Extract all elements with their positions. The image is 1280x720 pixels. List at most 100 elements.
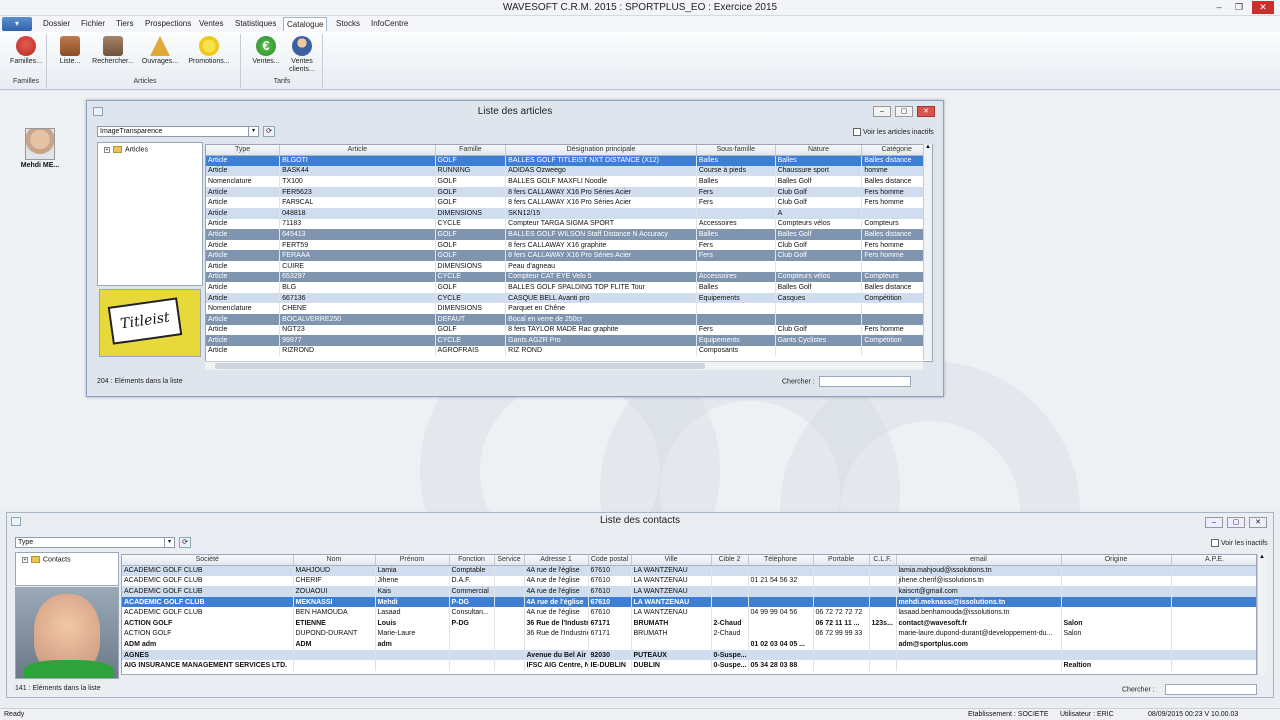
table-row[interactable]: Article 99977 CYCLE Gants AGZR Pro Equipemen… — [206, 335, 932, 346]
liste-button[interactable]: Liste... — [50, 34, 90, 78]
menu-infocentre[interactable]: InfoCentre — [368, 17, 411, 31]
column-header[interactable]: Désignation principale — [505, 145, 697, 156]
table-cell: Fers homme — [861, 250, 932, 261]
column-header[interactable]: Ville — [631, 555, 712, 566]
table-row[interactable]: ACADEMIC GOLF CLUB ZOUAOUI Kais Commercial 4… — [122, 586, 1256, 597]
table-row[interactable]: Nomenclature TX100 GOLF BALLES GOLF MAXFLI … — [206, 176, 932, 187]
ouvrages-button[interactable]: Ouvrages... — [140, 34, 180, 78]
contacts-search-input[interactable] — [1164, 684, 1257, 695]
contacts-maximize-button[interactable]: ▢ — [1227, 517, 1245, 528]
column-header[interactable]: Nature — [775, 145, 863, 156]
articles-search-input[interactable] — [818, 376, 911, 387]
articles-close-button[interactable]: ✕ — [917, 106, 935, 117]
table-row[interactable]: Article CUIRE DIMENSIONS Peau d'agneau — [206, 260, 932, 272]
table-row[interactable]: ACADEMIC GOLF CLUB CHERIF Jihene D.A.F. 4A r… — [122, 575, 1256, 587]
familles-button[interactable]: Familles... — [6, 34, 46, 78]
menu-fichier[interactable]: Fichier — [78, 17, 108, 31]
contacts-vertical-scrollbar[interactable]: ▲ — [1257, 554, 1266, 675]
table-row[interactable]: ACTION GOLF DUPOND-DURANT Marie-Laure 36 Ru… — [122, 628, 1256, 640]
contacts-filter-select[interactable]: Type ▾ — [15, 537, 175, 548]
table-row[interactable]: Article 71183 CYCLE Compteur TARGA SIGMA SP… — [206, 218, 932, 230]
column-header[interactable]: Code postal — [588, 555, 632, 566]
table-row[interactable]: Article 667136 CYCLE CASQUE BELL Avanti pro… — [206, 292, 932, 304]
menu-statistiques[interactable]: Statistiques — [232, 17, 279, 31]
menu-catalogue[interactable]: Catalogue — [283, 17, 328, 31]
articles-minimize-button[interactable]: – — [873, 106, 891, 117]
articles-grid[interactable]: Type Article Famille Désignation principale… — [205, 144, 933, 362]
column-header[interactable]: Adresse 1 — [524, 555, 589, 566]
table-row[interactable]: Article FERT59 GOLF 8 fers CALLAWAY X16 gra… — [206, 239, 932, 251]
table-cell: 645413 — [279, 229, 436, 240]
articles-vertical-scrollbar[interactable]: ▲ — [923, 144, 932, 360]
table-row[interactable]: ACADEMIC GOLF CLUB MEKNASSI Mehdi P-DG 4A ru… — [122, 596, 1256, 608]
table-row[interactable]: Article NGT23 GOLF 8 fers TAYLOR MADE Rac g… — [206, 324, 932, 336]
current-user[interactable]: Mehdi ME... — [18, 128, 62, 169]
table-row[interactable]: ACADEMIC GOLF CLUB BEN HAMOUDA Lasaad Consu… — [122, 607, 1256, 618]
contacts-inactive-checkbox[interactable]: Voir les inactifs — [1211, 539, 1268, 547]
articles-horizontal-scrollbar[interactable] — [205, 361, 923, 370]
column-header[interactable]: Catégorie — [861, 145, 932, 156]
articles-inactive-checkbox[interactable]: Voir les articles inactifs — [853, 128, 934, 136]
table-row[interactable]: Article 645413 GOLF BALLES GOLF WILSON Staf… — [206, 229, 932, 240]
contacts-tree[interactable]: + Contacts — [15, 552, 119, 586]
column-header[interactable]: Sous-famille — [696, 145, 776, 156]
column-header[interactable]: Service — [494, 555, 525, 566]
column-header[interactable]: Prénom — [375, 555, 450, 566]
articles-maximize-button[interactable]: ▢ — [895, 106, 913, 117]
table-row[interactable]: ADM adm ADM adm 01 02 03 04 05 ... adm@sport… — [122, 639, 1256, 650]
refresh-icon[interactable]: ⟳ — [263, 126, 275, 137]
contacts-grid[interactable]: Société Nom Prénom Fonction Service Adresse 1… — [121, 554, 1257, 675]
table-cell — [1171, 639, 1256, 650]
table-row[interactable]: Article FAR9CAL GOLF 8 fers CALLAWAY X16 Pr… — [206, 197, 932, 208]
menu-dossier[interactable]: Dossier — [40, 17, 73, 31]
table-row[interactable]: Article FERAAA GOLF 8 fers CALLAWAY X16 Pro… — [206, 250, 932, 261]
table-row[interactable]: ACTION GOLF ETIENNE Louis P-DG 36 Rue de l'I… — [122, 617, 1256, 629]
table-row[interactable]: Article BLG GOLF BALLES GOLF SPALDING TOP F… — [206, 282, 932, 293]
scroll-thumb[interactable] — [215, 363, 705, 369]
promotions-button[interactable]: Promotions... — [186, 34, 232, 78]
table-row[interactable]: Article 048818 DIMENSIONS SKN12/15 A — [206, 207, 932, 219]
column-header[interactable]: Article — [279, 145, 436, 156]
refresh-icon[interactable]: ⟳ — [179, 537, 191, 548]
menu-stocks[interactable]: Stocks — [333, 17, 363, 31]
column-header[interactable]: Nom — [293, 555, 376, 566]
column-header[interactable]: Portable — [813, 555, 870, 566]
column-header[interactable]: Cible 2 — [711, 555, 749, 566]
rechercher-button[interactable]: Rechercher... — [90, 34, 136, 78]
contacts-close-button[interactable]: ✕ — [1249, 517, 1267, 528]
minimize-button[interactable]: – — [1212, 1, 1226, 14]
articles-tree[interactable]: + Articles — [97, 142, 203, 286]
contacts-minimize-button[interactable]: – — [1205, 517, 1223, 528]
column-header[interactable]: Origine — [1061, 555, 1172, 566]
column-header[interactable]: Fonction — [449, 555, 495, 566]
ventes-tarifs-button[interactable]: € Ventes... — [246, 34, 286, 78]
app-menu-button[interactable]: ▾ — [2, 17, 32, 31]
table-row[interactable]: Nomenclature CHENE DIMENSIONS Parquet en Ch… — [206, 303, 932, 314]
menu-ventes[interactable]: Ventes — [196, 17, 226, 31]
table-row[interactable]: AGNES Avenue du Bel Air 92030 PUTEAUX 0-Susp… — [122, 649, 1256, 661]
tree-node-contacts[interactable]: + Contacts — [22, 556, 71, 564]
menu-tiers[interactable]: Tiers — [113, 17, 136, 31]
column-header[interactable]: Famille — [435, 145, 507, 156]
table-row[interactable]: Article BLGOTI GOLF BALLES GOLF TITLEIST NX… — [206, 155, 932, 166]
articles-filter-select[interactable]: ImageTransparence ▾ — [97, 126, 259, 137]
column-header[interactable]: Téléphone — [748, 555, 814, 566]
table-row[interactable]: AIG INSURANCE MANAGEMENT SERVICES LTD. IF… — [122, 660, 1256, 671]
families-icon — [16, 36, 36, 56]
column-header[interactable]: Société — [122, 555, 294, 566]
column-header[interactable]: email — [896, 555, 1062, 566]
maximize-button[interactable]: ❐ — [1232, 1, 1246, 14]
close-button[interactable]: ✕ — [1252, 1, 1274, 14]
column-header[interactable]: C.L.F. — [869, 555, 897, 566]
table-row[interactable]: Article RIZROND AGROFRAIS RIZ ROND Composant… — [206, 345, 932, 357]
column-header[interactable]: A.P.E. — [1171, 555, 1256, 566]
menu-prospections[interactable]: Prospections — [142, 17, 194, 31]
tree-node-articles[interactable]: + Articles — [104, 146, 148, 154]
table-row[interactable]: Article FER5623 GOLF 8 fers CALLAWAY X16 Pr… — [206, 186, 932, 198]
table-row[interactable]: Article BOCALVERRE250 DEFAUT Bocal en verre… — [206, 313, 932, 325]
table-row[interactable]: Article BASK44 RUNNING ADIDAS Ozweego Course… — [206, 165, 932, 177]
table-row[interactable]: Article 653297 CYCLE Compteur CAT EYE Velo … — [206, 271, 932, 283]
column-header[interactable]: Type — [206, 145, 281, 156]
table-row[interactable]: ACADEMIC GOLF CLUB MAHJOUD Lamia Comptable 4… — [122, 565, 1256, 576]
ventes-clients-button[interactable]: Ventes clients... — [282, 34, 322, 78]
